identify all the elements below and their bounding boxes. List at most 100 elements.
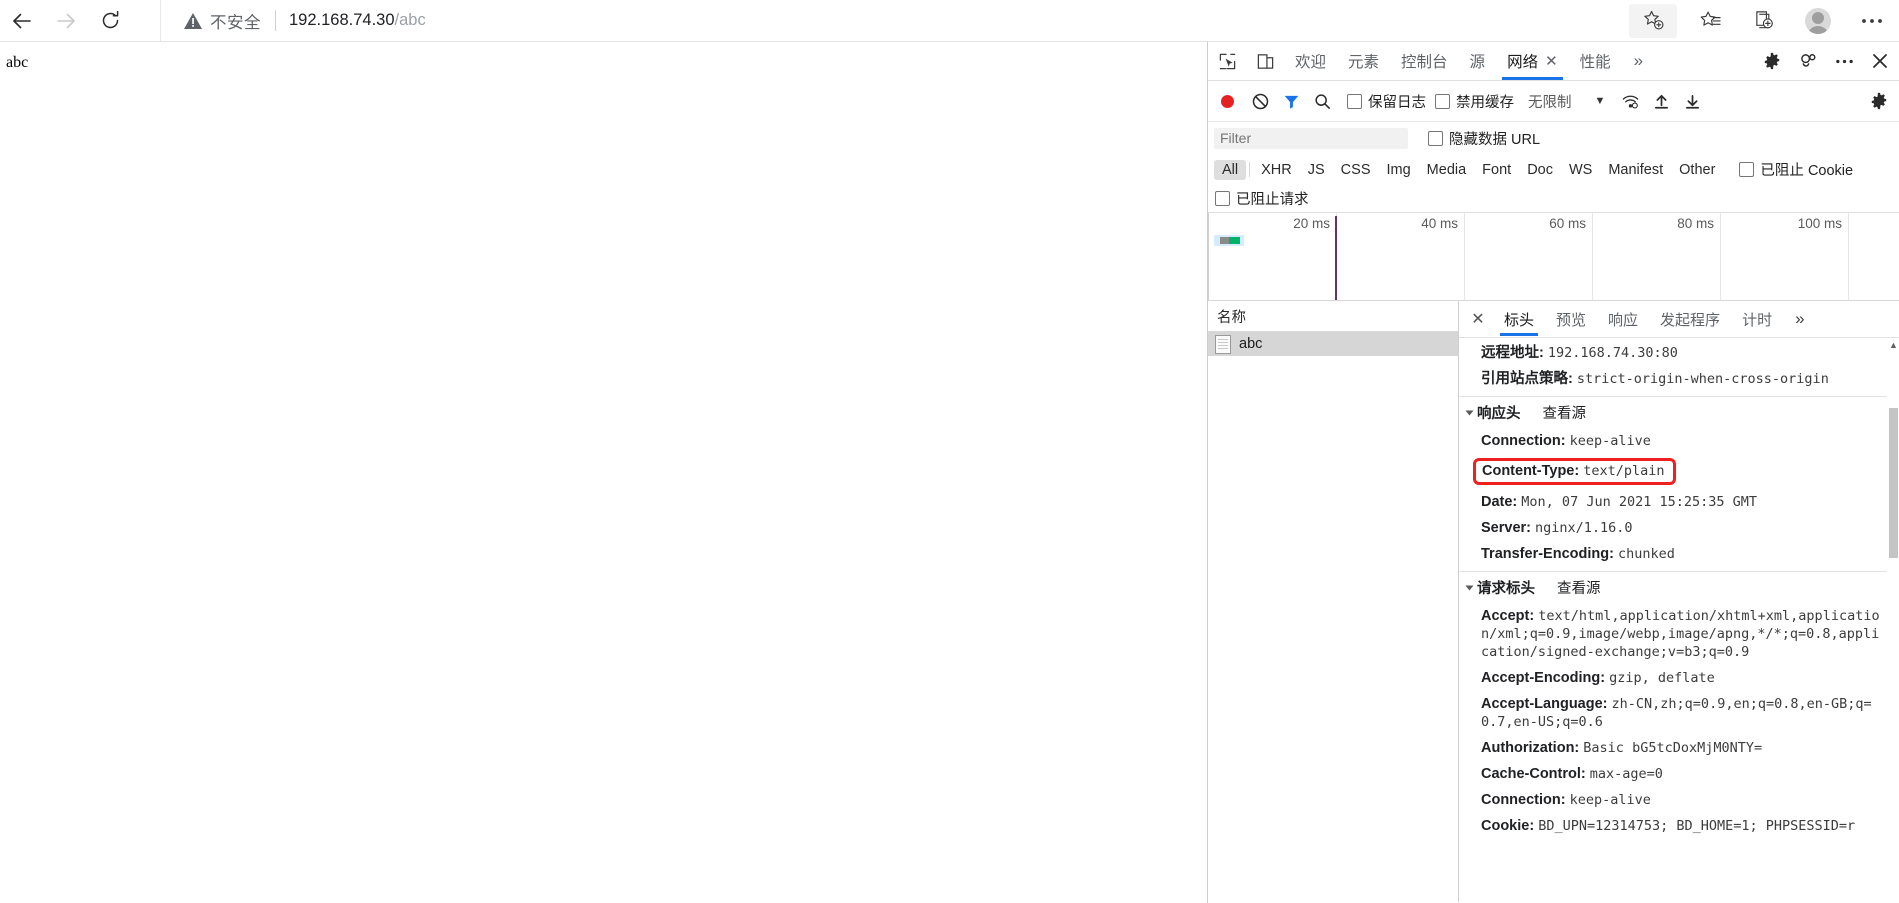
view-source-link[interactable]: 查看源 [1557, 577, 1601, 598]
disable-cache-checkbox[interactable]: 禁用缓存 [1435, 91, 1514, 112]
timeline-tick-label: 60 ms [1549, 216, 1586, 231]
detail-tab-timing[interactable]: 计时 [1731, 302, 1783, 336]
scroll-up-icon[interactable]: ▲ [1887, 338, 1899, 352]
network-filter-row: 隐藏数据 URL [1208, 122, 1899, 154]
header-row-authorization: Authorization: Basic bG5tcDoxMjM0NTY= [1459, 735, 1899, 761]
timeline-tick-label: 40 ms [1421, 216, 1458, 231]
header-row-referrer-policy: 引用站点策略: strict-origin-when-cross-origin [1459, 366, 1899, 392]
close-detail-icon[interactable]: ✕ [1463, 302, 1493, 336]
timeline-gridline [1848, 213, 1849, 300]
upload-har-icon[interactable] [1646, 86, 1677, 116]
detail-tab-preview[interactable]: 预览 [1545, 302, 1597, 336]
devtools-tab-elements[interactable]: 元素 [1337, 43, 1390, 79]
add-favorite-icon[interactable] [1629, 3, 1677, 38]
download-har-icon[interactable] [1677, 86, 1708, 116]
type-filter-other[interactable]: Other [1671, 160, 1723, 180]
inspect-element-icon[interactable] [1208, 43, 1246, 79]
type-filter-media[interactable]: Media [1419, 160, 1475, 180]
request-headers-section-header[interactable]: 请求标头 查看源 [1459, 571, 1899, 603]
network-conditions-icon[interactable] [1615, 86, 1646, 116]
header-value: 192.168.74.30:80 [1547, 345, 1678, 361]
header-value: text/plain [1583, 463, 1665, 479]
header-name: Cache-Control: [1481, 766, 1586, 782]
header-value: gzip, deflate [1609, 670, 1715, 686]
detail-tab-response[interactable]: 响应 [1597, 302, 1649, 336]
timeline-gridline [1592, 213, 1593, 300]
settings-gear-icon[interactable] [1754, 43, 1790, 79]
type-filter-font[interactable]: Font [1474, 160, 1519, 180]
network-overview-timeline[interactable]: 20 ms 40 ms 60 ms 80 ms 100 ms [1208, 213, 1899, 301]
type-filter-all[interactable]: All [1214, 159, 1247, 180]
response-headers-section-header[interactable]: 响应头 查看源 [1459, 396, 1899, 428]
timeline-gridline [1720, 213, 1721, 300]
devtools-tab-network[interactable]: 网络 ✕ [1496, 43, 1569, 80]
timeline-request-bar [1214, 235, 1244, 246]
type-filter-img[interactable]: Img [1379, 160, 1419, 180]
hide-data-urls-checkbox[interactable]: 隐藏数据 URL [1428, 128, 1540, 149]
more-options-icon[interactable] [1826, 43, 1862, 79]
headers-content: 远程地址: 192.168.74.30:80 引用站点策略: strict-or… [1459, 338, 1899, 902]
resource-type-filters: All XHR JS CSS Img Media Font Doc WS Man… [1208, 154, 1899, 185]
header-row-date: Date: Mon, 07 Jun 2021 15:25:35 GMT [1459, 489, 1899, 515]
browser-more-icon[interactable] [1845, 0, 1899, 41]
header-row-accept-encoding: Accept-Encoding: gzip, deflate [1459, 665, 1899, 691]
headers-scrollbar[interactable]: ▲ [1887, 338, 1899, 902]
clear-icon[interactable] [1245, 86, 1276, 116]
type-filter-ws[interactable]: WS [1561, 160, 1600, 180]
chevron-down-icon[interactable] [1465, 585, 1474, 590]
scrollbar-thumb[interactable] [1889, 408, 1898, 558]
throttling-dropdown[interactable]: 无限制 ▼ [1528, 91, 1605, 112]
address-bar[interactable]: 不安全 192.168.74.30/abc [160, 0, 1574, 41]
devtools-tab-console[interactable]: 控制台 [1390, 43, 1459, 79]
browser-toolbar: 不安全 192.168.74.30/abc [0, 0, 1899, 41]
blocked-cookies-checkbox[interactable]: 已阻止 Cookie [1739, 159, 1853, 180]
devtools-tab-label: 网络 [1507, 54, 1539, 71]
favorites-icon[interactable] [1683, 0, 1737, 41]
device-toolbar-icon[interactable] [1246, 43, 1284, 79]
header-name: Connection: [1481, 792, 1566, 808]
close-devtools-icon[interactable] [1862, 43, 1898, 79]
devtools-tab-sources[interactable]: 源 [1459, 43, 1497, 79]
forward-button[interactable] [44, 1, 88, 41]
search-input[interactable] [1214, 127, 1408, 149]
detail-tab-headers[interactable]: 标头 [1493, 302, 1545, 336]
record-button-icon[interactable] [1221, 94, 1234, 108]
devtools-tab-performance[interactable]: 性能 [1569, 43, 1622, 79]
type-filter-manifest[interactable]: Manifest [1600, 160, 1671, 180]
blocked-requests-checkbox[interactable]: 已阻止请求 [1215, 188, 1309, 209]
checkbox-box [1739, 162, 1755, 177]
close-icon[interactable]: ✕ [1545, 54, 1558, 69]
chevron-down-icon: ▼ [1594, 95, 1606, 107]
collections-icon[interactable] [1737, 0, 1791, 41]
header-row-transfer-encoding: Transfer-Encoding: chunked [1459, 541, 1899, 567]
devtools-tab-welcome[interactable]: 欢迎 [1284, 43, 1337, 79]
requests-column-header[interactable]: 名称 [1208, 301, 1458, 332]
checkbox-box [1435, 93, 1450, 109]
filter-icon[interactable] [1276, 86, 1307, 116]
preserve-log-checkbox[interactable]: 保留日志 [1347, 91, 1426, 112]
type-filter-css[interactable]: CSS [1333, 160, 1379, 180]
type-filter-doc[interactable]: Doc [1519, 160, 1561, 180]
network-settings-gear-icon[interactable] [1863, 86, 1894, 116]
reload-button[interactable] [88, 1, 132, 41]
profile-avatar[interactable] [1791, 0, 1845, 41]
chevron-down-icon[interactable] [1465, 410, 1474, 415]
header-row-connection-request: Connection: keep-alive [1459, 787, 1899, 813]
header-name: Server: [1481, 520, 1531, 536]
detail-more-icon[interactable]: » [1783, 309, 1816, 329]
request-detail-pane: ✕ 标头 预览 响应 发起程序 计时 » 远程地址: 192.168.74.30… [1459, 301, 1899, 902]
filter-separator [1249, 162, 1251, 177]
detail-tab-initiator[interactable]: 发起程序 [1649, 302, 1731, 336]
header-value: text/html,application/xhtml+xml,applicat… [1481, 608, 1880, 660]
search-icon[interactable] [1307, 86, 1338, 116]
address-bar-url[interactable]: 192.168.74.30/abc [289, 11, 426, 30]
type-filter-xhr[interactable]: XHR [1253, 160, 1300, 180]
back-button[interactable] [0, 1, 44, 41]
devtools-tab-label: 控制台 [1401, 54, 1448, 71]
timeline-dom-marker [1335, 216, 1337, 300]
type-filter-js[interactable]: JS [1300, 160, 1333, 180]
customize-icon[interactable] [1790, 43, 1826, 79]
more-tabs-icon[interactable]: » [1622, 43, 1655, 79]
view-source-link[interactable]: 查看源 [1543, 402, 1587, 423]
table-row[interactable]: abc [1208, 332, 1458, 356]
